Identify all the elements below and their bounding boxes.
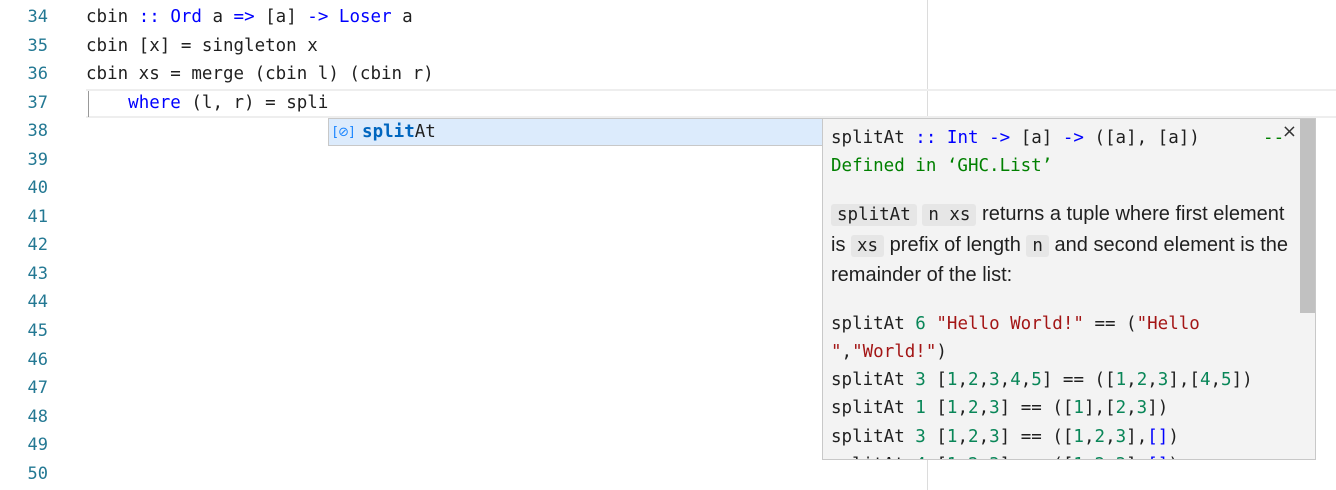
- line-number: 42: [27, 235, 48, 256]
- doc-scrollbar[interactable]: [1300, 119, 1315, 459]
- code-line-37: where (l, r) = spli: [128, 92, 329, 113]
- close-icon[interactable]: ×: [1282, 121, 1297, 142]
- doc-description: splitAt n xs returns a tuple where first…: [831, 203, 1289, 286]
- example-line: splitAt 4 [1,2,3] == ([1,2,3],[]): [831, 451, 1301, 459]
- example-line: splitAt 1 [1,2,3] == ([1],[2,3]): [831, 398, 1169, 419]
- line-number: 35: [27, 35, 48, 56]
- suggestion-label: splitAt: [362, 122, 436, 142]
- example-line: splitAt 3 [1,2,3,4,5] == ([1,2,3],[4,5]): [831, 370, 1253, 391]
- code-line-34: cbin :: Ord a => [a] -> Loser a: [86, 7, 413, 27]
- scrollbar-thumb[interactable]: [1300, 119, 1315, 313]
- line-number: 49: [27, 435, 48, 456]
- line-number: 34: [27, 7, 48, 27]
- line-number: 46: [27, 349, 48, 370]
- symbol-variable-icon: [⊘]: [333, 124, 355, 140]
- line-number: 43: [27, 263, 48, 284]
- line-number: 36: [27, 64, 48, 85]
- line-number: 41: [27, 206, 48, 227]
- line-number: 37: [27, 92, 48, 113]
- type-signature: splitAt :: Int -> [a] -> ([a], [a]) -- D…: [831, 128, 1295, 176]
- line-number: 44: [27, 292, 48, 313]
- line-number: 40: [27, 178, 48, 199]
- suggestion-item-splitat[interactable]: [⊘] splitAt: [328, 118, 823, 146]
- code-editor[interactable]: cbin :: Ord a => [a] -> Loser a cbin [x]…: [86, 3, 1336, 117]
- doc-examples: splitAt 6 "Hello World!" == ("Hello ","W…: [831, 310, 1301, 460]
- line-number: 39: [27, 149, 48, 170]
- code-line-36: cbin xs = merge (cbin l) (cbin r): [86, 64, 434, 85]
- line-number: 47: [27, 378, 48, 399]
- code-line-35: cbin [x] = singleton x: [86, 35, 318, 56]
- line-number: 48: [27, 406, 48, 427]
- example-line: splitAt 3 [1,2,3] == ([1,2,3],[]): [831, 426, 1179, 447]
- line-number: 50: [27, 463, 48, 484]
- line-number: 45: [27, 321, 48, 342]
- line-number: 38: [27, 121, 48, 142]
- example-line: splitAt 6 "Hello World!" == ("Hello ","W…: [831, 313, 1211, 362]
- documentation-panel: splitAt :: Int -> [a] -> ([a], [a]) -- D…: [822, 118, 1316, 460]
- line-number-gutter: 34 35 36 37 38 39 40 41 42 43 44 45 46 47 48 49 50: [0, 3, 48, 488]
